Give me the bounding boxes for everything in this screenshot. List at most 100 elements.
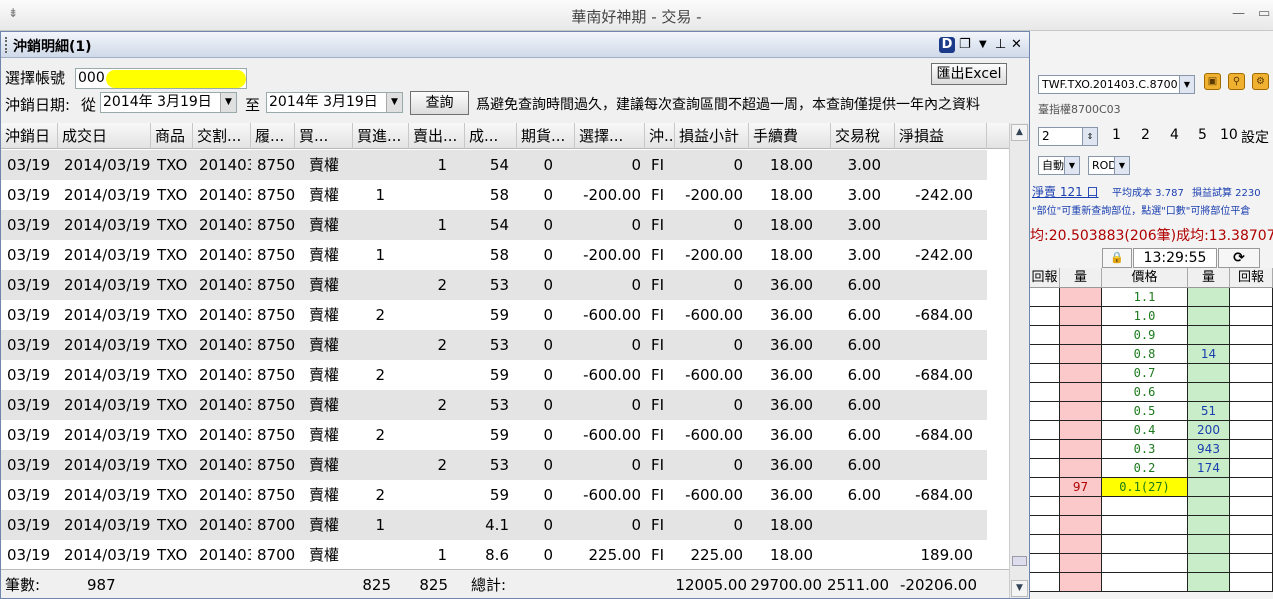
book-bid-cell[interactable] [1060,364,1102,383]
book-row[interactable]: 0.6 [1030,383,1273,402]
table-row[interactable]: 03/19 2014/03/19 TXO 201403 8750 賣權 2 59 0 -600.0… [1,420,987,450]
column-header[interactable]: 買... [295,123,353,149]
book-price-cell[interactable]: 0.6 [1102,383,1188,402]
book-row[interactable] [1030,516,1273,535]
book-bid-cell[interactable] [1060,554,1102,573]
book-bid-cell[interactable] [1060,573,1102,592]
account-field[interactable]: 000 [75,68,247,89]
book-price-cell[interactable]: 0.5 [1102,402,1188,421]
mode1-select[interactable]: 自動 ▼ [1038,156,1080,175]
symbol-select[interactable]: TWF.TXO.201403.C.8700 臺指 ▼ [1038,75,1195,94]
table-row[interactable]: 03/19 2014/03/19 TXO 201403 8750 賣權 2 59 0 -600.0… [1,360,987,390]
book-row[interactable]: 1.1 [1030,288,1273,307]
table-row[interactable]: 03/19 2014/03/19 TXO 201403 8750 賣權 2 59 0 -600.0… [1,300,987,330]
book-price-cell[interactable] [1102,554,1188,573]
book-ask-cell[interactable] [1188,554,1230,573]
column-header[interactable]: 手續費 [749,123,831,149]
table-row[interactable]: 03/19 2014/03/19 TXO 201403 8750 賣權 1 54 0 0 FI 0 18… [1,150,987,180]
book-price-cell[interactable]: 1.0 [1102,307,1188,326]
book-price-cell[interactable] [1102,497,1188,516]
table-row[interactable]: 03/19 2014/03/19 TXO 201403 8750 賣權 2 53 0 0 FI 0 36… [1,330,987,360]
set-button[interactable]: 設定 [1241,127,1269,147]
close-icon[interactable]: ✕ [1011,37,1022,53]
column-header[interactable]: 交割... [193,123,251,149]
book-row[interactable]: 97 0.1(27) [1030,478,1273,497]
column-header[interactable]: 買進... [353,123,409,149]
column-header[interactable]: 賣出... [409,123,465,149]
book-ask-cell[interactable] [1188,364,1230,383]
book-ask-cell[interactable] [1188,383,1230,402]
qty-preset-5[interactable]: 5 [1198,127,1207,143]
book-price-cell[interactable]: 1.1 [1102,288,1188,307]
book-ask-cell[interactable] [1188,288,1230,307]
book-ask-cell[interactable] [1188,573,1230,592]
column-header[interactable]: 期貨... [517,123,575,149]
column-header[interactable]: 成... [465,123,517,149]
book-price-cell[interactable] [1102,535,1188,554]
window-copy-icon[interactable]: ❐ [959,37,971,53]
scroll-thumb[interactable] [1012,556,1027,566]
maximize-icon[interactable]: ▭ [1258,6,1270,21]
column-header[interactable]: 商品 [151,123,193,149]
qty-input[interactable]: 2 ⇕ [1038,127,1098,146]
book-bid-cell[interactable] [1060,516,1102,535]
lock-icon[interactable]: 🔒 [1102,248,1132,268]
book-bid-cell[interactable] [1060,535,1102,554]
book-bid-cell[interactable] [1060,440,1102,459]
column-header[interactable]: 沖銷日 [1,123,58,149]
book-row[interactable]: 0.4 200 [1030,421,1273,440]
book-bid-cell[interactable] [1060,326,1102,345]
column-header[interactable]: 沖... [645,123,675,149]
book-price-cell[interactable]: 0.2 [1102,459,1188,478]
table-vertical-scrollbar[interactable]: ▲ ▼ [1009,123,1029,598]
book-bid-cell[interactable] [1060,307,1102,326]
book-ask-cell[interactable]: 943 [1188,440,1230,459]
table-row[interactable]: 03/19 2014/03/19 TXO 201403 8750 賣權 2 53 0 0 FI 0 36… [1,450,987,480]
book-row[interactable] [1030,554,1273,573]
column-header[interactable]: 選擇... [575,123,645,149]
refresh-icon[interactable]: ⟳ [1218,248,1260,268]
scroll-down-icon[interactable]: ▼ [1011,580,1028,597]
book-price-cell[interactable] [1102,573,1188,592]
column-header[interactable]: 損益小計 [675,123,749,149]
column-header[interactable]: 成交日 [58,123,151,149]
book-bid-cell[interactable] [1060,288,1102,307]
d-logo-icon[interactable]: D [939,37,955,53]
search-icon[interactable]: ⚲ [1228,73,1245,90]
column-header[interactable]: 淨損益 [895,123,987,149]
scroll-up-icon[interactable]: ▲ [1011,124,1028,141]
book-row[interactable]: 0.9 [1030,326,1273,345]
book-ask-cell[interactable] [1188,478,1230,497]
book-row[interactable]: 0.8 14 [1030,345,1273,364]
book-bid-cell[interactable] [1060,421,1102,440]
book-ask-cell[interactable]: 51 [1188,402,1230,421]
pin-icon[interactable]: ⊥ [995,37,1006,53]
book-ask-cell[interactable] [1188,326,1230,345]
book-row[interactable] [1030,497,1273,516]
book-ask-cell[interactable] [1188,516,1230,535]
book-ask-cell[interactable] [1188,535,1230,554]
table-row[interactable]: 03/19 2014/03/19 TXO 201403 8750 賣權 1 58 0 -200.0… [1,180,987,210]
chevron-down-icon[interactable]: ▼ [386,93,402,112]
book-row[interactable]: 0.7 [1030,364,1273,383]
book-ask-cell[interactable] [1188,497,1230,516]
table-row[interactable]: 03/19 2014/03/19 TXO 201403 8750 賣權 2 59 0 -600.0… [1,480,987,510]
book-bid-cell[interactable] [1060,383,1102,402]
chevron-down-icon[interactable]: ▼ [1064,157,1079,174]
minimize-icon[interactable]: — [1232,6,1245,21]
book-row[interactable]: 1.0 [1030,307,1273,326]
book-price-cell[interactable]: 0.8 [1102,345,1188,364]
table-row[interactable]: 03/19 2014/03/19 TXO 201403 8750 賣權 2 53 0 0 FI 0 36… [1,270,987,300]
book-price-cell[interactable]: 0.7 [1102,364,1188,383]
book-row[interactable]: 0.2 174 [1030,459,1273,478]
book-row[interactable]: 0.5 51 [1030,402,1273,421]
book-bid-cell[interactable] [1060,497,1102,516]
table-row[interactable]: 03/19 2014/03/19 TXO 201403 8750 賣權 2 53 0 0 FI 0 36… [1,390,987,420]
lock-tool-icon[interactable]: ▣ [1204,73,1221,90]
date-from-picker[interactable]: 2014年 3月19日 ▼ [100,92,237,113]
book-row[interactable]: 0.3 943 [1030,440,1273,459]
qty-preset-10[interactable]: 10 [1220,127,1238,143]
book-bid-cell[interactable]: 97 [1060,478,1102,497]
chevron-down-icon[interactable]: ▼ [1114,157,1129,174]
stepper-icon[interactable]: ⇕ [1082,128,1097,145]
